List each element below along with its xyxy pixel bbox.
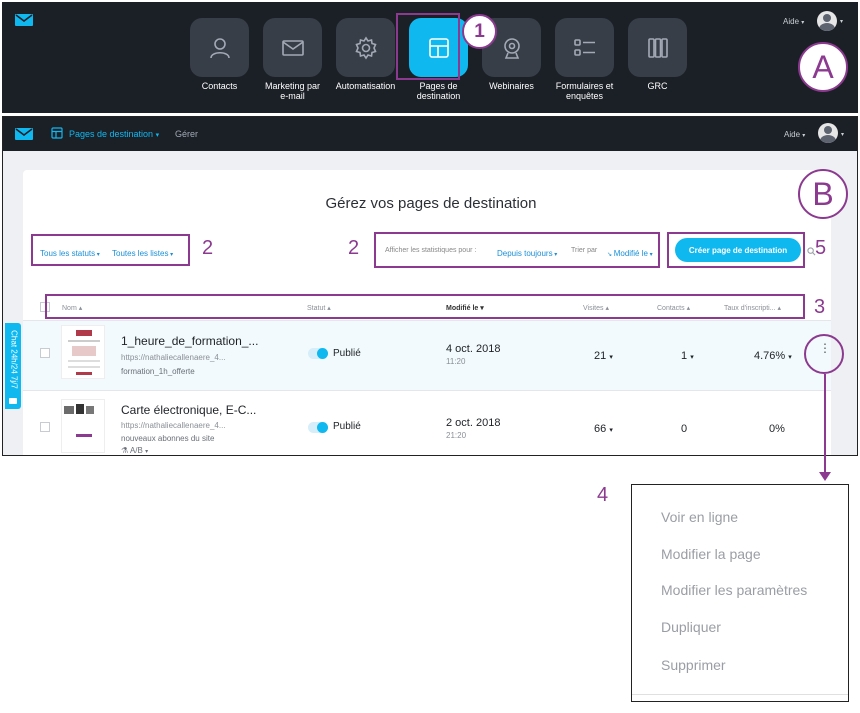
app-label: Pages de destination xyxy=(416,81,461,101)
gear-icon xyxy=(336,18,395,77)
contacts-count: 1 xyxy=(681,350,688,362)
chevron-down-icon: ▾ xyxy=(690,354,694,361)
annotation-3: 3 xyxy=(814,296,826,318)
visits-value[interactable]: 66 ▾ xyxy=(594,423,613,435)
page-name[interactable]: 1_heure_de_formation_... xyxy=(121,334,258,348)
page-url[interactable]: https://nathaliecallenaere_4... xyxy=(121,353,226,362)
avatar[interactable] xyxy=(817,11,837,31)
chevron-down-icon: ▾ xyxy=(145,449,149,455)
app-header: Pages de destination ▾ Gérer Aide ▾ ▾ xyxy=(3,117,857,151)
section-dropdown[interactable]: Pages de destination ▾ xyxy=(69,129,159,139)
highlight-box-filters-left xyxy=(31,234,190,266)
rate-percent: 4.76% xyxy=(754,350,786,362)
flask-icon: ⚗ xyxy=(121,446,129,455)
callout-1: 1 xyxy=(462,14,497,49)
chevron-down-icon: ▾ xyxy=(840,19,844,25)
app-automation[interactable]: Automatisation xyxy=(329,18,402,101)
list-icon xyxy=(555,18,614,77)
chevron-down-icon: ▾ xyxy=(841,132,845,138)
panel-label-b: B xyxy=(798,169,848,219)
help-label: Aide xyxy=(783,17,800,26)
menu-item-delete[interactable]: Supprimer xyxy=(661,657,726,673)
chevron-down-icon: ▾ xyxy=(155,132,160,139)
help-label: Aide xyxy=(784,130,801,139)
section-label: Pages de destination xyxy=(69,129,154,139)
highlight-box-landing-pages xyxy=(396,13,460,80)
contact-icon xyxy=(190,18,249,77)
chevron-down-icon: ▾ xyxy=(609,354,613,361)
status-label: Publié xyxy=(333,421,361,432)
app-email-marketing[interactable]: Marketing par e-mail xyxy=(256,18,329,101)
chevron-down-icon: ▾ xyxy=(801,20,805,26)
app-label: Automatisation xyxy=(335,81,396,91)
envelope-icon xyxy=(263,18,322,77)
visits-count: 21 xyxy=(594,350,607,362)
chat-tab[interactable]: Chat 24h/24 7j/7 xyxy=(5,323,21,409)
app-label: Marketing par e-mail xyxy=(264,81,321,101)
layout-icon xyxy=(51,127,63,139)
annotation-4: 4 xyxy=(597,484,609,506)
publish-toggle[interactable] xyxy=(308,348,328,359)
panel-label-a: A xyxy=(798,42,848,92)
modified-time: 11:20 xyxy=(446,357,466,366)
app-label: Webinaires xyxy=(489,81,534,91)
chat-bubble-icon xyxy=(9,398,17,404)
annotation-2-left: 2 xyxy=(202,237,214,259)
menu-item-view-online[interactable]: Voir en ligne xyxy=(661,509,738,525)
logo-envelope-icon[interactable] xyxy=(15,14,33,26)
help-menu[interactable]: Aide ▾ xyxy=(783,17,804,26)
page-list: nouveaux abonnes du site xyxy=(121,434,215,443)
menu-item-edit-settings[interactable]: Modifier les paramètres xyxy=(661,582,807,598)
publish-toggle[interactable] xyxy=(308,422,328,433)
menu-item-edit-page[interactable]: Modifier la page xyxy=(661,546,761,562)
contacts-value[interactable]: 1 ▾ xyxy=(681,350,694,362)
page-list: formation_1h_offerte xyxy=(121,367,195,376)
modified-date: 4 oct. 2018 xyxy=(446,343,501,355)
rate-value[interactable]: 4.76% ▾ xyxy=(754,350,792,362)
menu-divider xyxy=(632,694,848,695)
breadcrumb-manage[interactable]: Gérer xyxy=(175,129,198,139)
chevron-down-icon: ▾ xyxy=(609,427,613,434)
app-crm[interactable]: GRC xyxy=(621,18,694,101)
app-contacts[interactable]: Contacts xyxy=(183,18,256,101)
page-url[interactable]: https://nathaliecallenaere_4... xyxy=(121,421,226,430)
logo-envelope-icon[interactable] xyxy=(15,128,33,140)
modified-date: 2 oct. 2018 xyxy=(446,417,501,429)
contacts-count: 0 xyxy=(681,423,688,435)
help-menu[interactable]: Aide ▾ xyxy=(784,130,805,139)
highlight-box-columns xyxy=(45,294,805,319)
page-thumbnail[interactable] xyxy=(61,325,105,379)
app-label: Formulaires et enquêtes xyxy=(555,81,614,101)
connector-line xyxy=(824,374,826,476)
avatar[interactable] xyxy=(818,123,838,143)
app-forms-surveys[interactable]: Formulaires et enquêtes xyxy=(548,18,621,101)
app-label: GRC xyxy=(647,81,668,91)
chevron-down-icon: ▾ xyxy=(802,133,806,139)
modified-time: 21:20 xyxy=(446,431,467,440)
annotation-5: 5 xyxy=(815,237,827,259)
page-thumbnail[interactable] xyxy=(61,399,105,453)
app-label: Contacts xyxy=(201,81,238,91)
page-name[interactable]: Carte électronique, E-C... xyxy=(121,403,256,417)
landing-pages-panel: Pages de destination ▾ Gérer Aide ▾ ▾ Gé… xyxy=(2,116,858,456)
highlight-box-filters-right xyxy=(374,232,660,268)
row-checkbox[interactable] xyxy=(40,348,50,358)
highlight-circle-kebab xyxy=(804,334,844,374)
connector-arrow-icon xyxy=(819,472,831,481)
chevron-down-icon: ▾ xyxy=(788,354,792,361)
chat-tab-label: Chat 24h/24 7j/7 xyxy=(9,330,19,389)
row-checkbox[interactable] xyxy=(40,422,50,432)
menu-item-duplicate[interactable]: Dupliquer xyxy=(661,619,721,635)
ab-test-indicator[interactable]: ⚗ A/B ▾ xyxy=(121,446,148,455)
page-title: Gérez vos pages de destination xyxy=(325,195,537,212)
row-actions-menu: Voir en ligne Modifier la page Modifier … xyxy=(631,484,849,702)
ab-label: A/B xyxy=(129,446,143,455)
rate-percent: 0% xyxy=(769,423,785,435)
visits-value[interactable]: 21 ▾ xyxy=(594,350,613,362)
status-label: Publié xyxy=(333,348,361,359)
visits-count: 66 xyxy=(594,423,607,435)
columns-icon xyxy=(628,18,687,77)
annotation-2-right: 2 xyxy=(348,237,360,259)
highlight-box-create xyxy=(667,232,805,268)
